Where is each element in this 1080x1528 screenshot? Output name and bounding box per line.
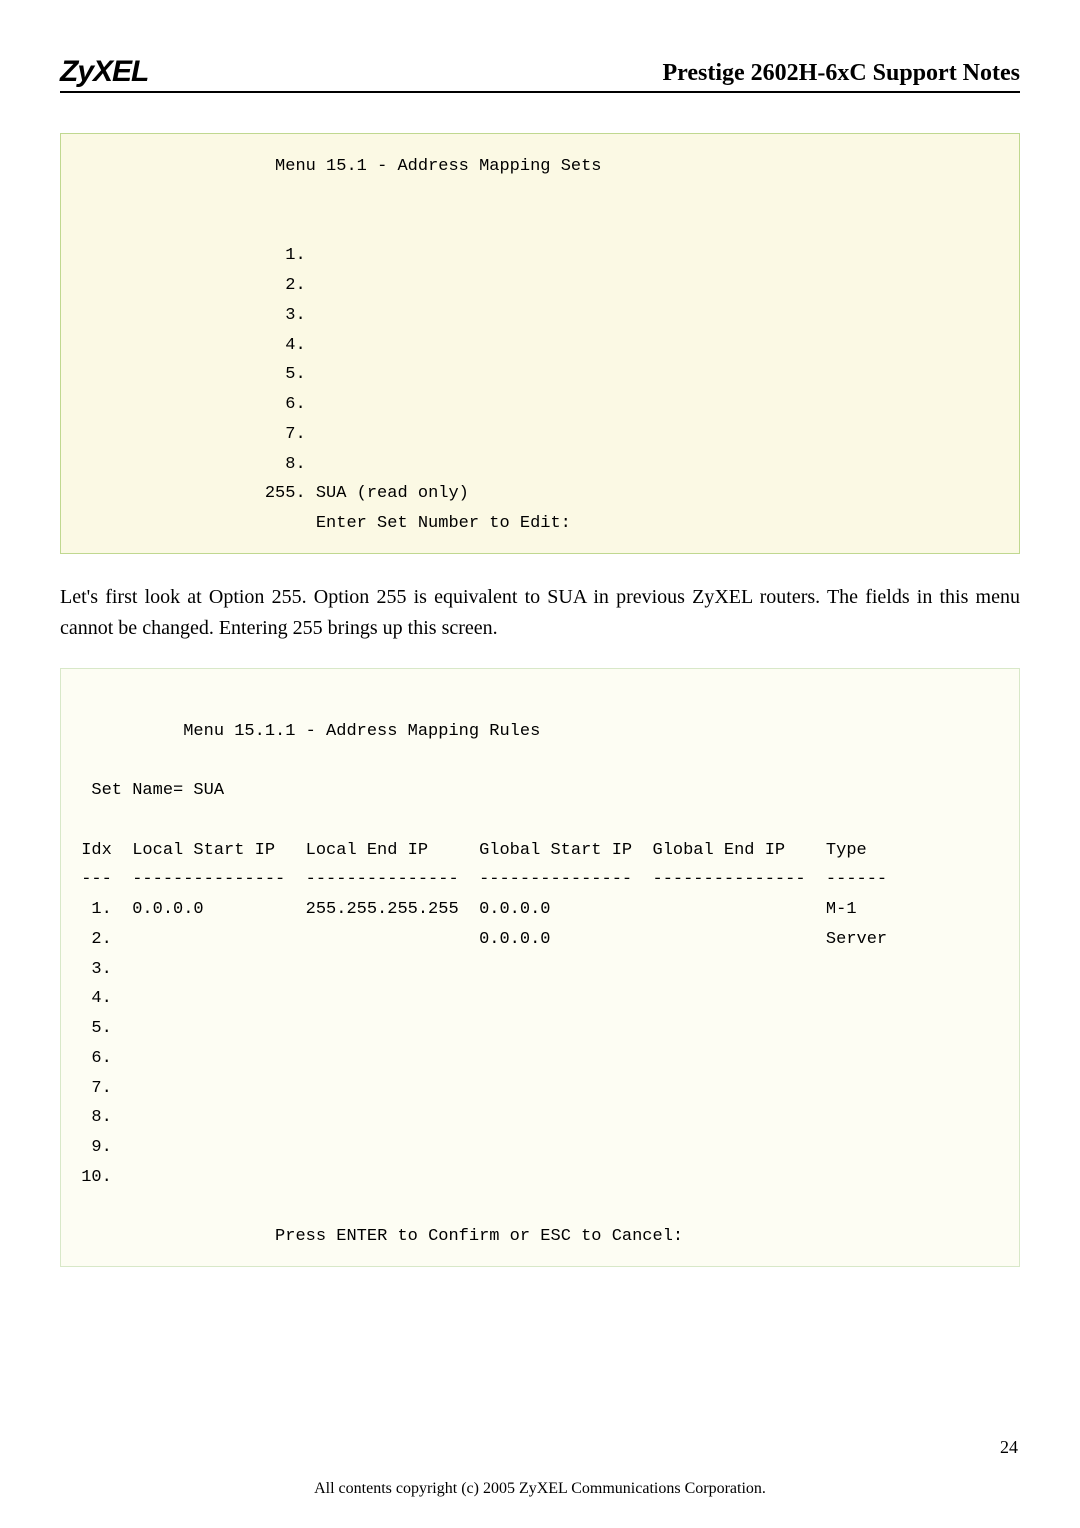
table-row: 4. [81, 989, 112, 1008]
logo: ZyXEL [60, 55, 148, 89]
terminal-prompt: Enter Set Number to Edit: [316, 514, 571, 533]
table-row: 5. [81, 1019, 112, 1038]
paragraph: Let's first look at Option 255. Option 2… [60, 582, 1020, 644]
list-item: 2. [285, 276, 305, 295]
list-item: 7. [285, 425, 305, 444]
table-row: 9. [81, 1138, 112, 1157]
footer-copyright: All contents copyright (c) 2005 ZyXEL Co… [0, 1480, 1080, 1498]
table-row: 7. [81, 1079, 112, 1098]
terminal-menu-15-1: Menu 15.1 - Address Mapping Sets 1. 2. 3… [60, 133, 1020, 554]
table-row: 6. [81, 1049, 112, 1068]
list-item: 6. [285, 395, 305, 414]
table-row: 8. [81, 1108, 112, 1127]
terminal-prompt: Press ENTER to Confirm or ESC to Cancel: [275, 1227, 683, 1246]
list-item: 4. [285, 336, 305, 355]
list-item-255: 255. SUA (read only) [265, 484, 469, 503]
list-item: 1. [285, 246, 305, 265]
table-row: 3. [81, 960, 112, 979]
list-item: 8. [285, 455, 305, 474]
terminal-title: Menu 15.1 - Address Mapping Sets [275, 157, 601, 176]
list-item: 3. [285, 306, 305, 325]
table-row: 2. 0.0.0.0 Server [81, 930, 887, 949]
terminal-menu-15-1-1: Menu 15.1.1 - Address Mapping Rules Set … [60, 668, 1020, 1267]
table-header-row: Idx Local Start IP Local End IP Global S… [81, 841, 867, 860]
page-header: ZyXEL Prestige 2602H-6xC Support Notes [60, 55, 1020, 93]
table-row: 10. [81, 1168, 112, 1187]
table-divider: --- --------------- --------------- ----… [81, 870, 887, 889]
terminal-title: Menu 15.1.1 - Address Mapping Rules [183, 722, 540, 741]
table-row: 1. 0.0.0.0 255.255.255.255 0.0.0.0 M-1 [81, 900, 856, 919]
list-item: 5. [285, 365, 305, 384]
page-number: 24 [1000, 1437, 1018, 1458]
document-title: Prestige 2602H-6xC Support Notes [662, 60, 1020, 89]
set-name-label: Set Name= SUA [91, 781, 224, 800]
